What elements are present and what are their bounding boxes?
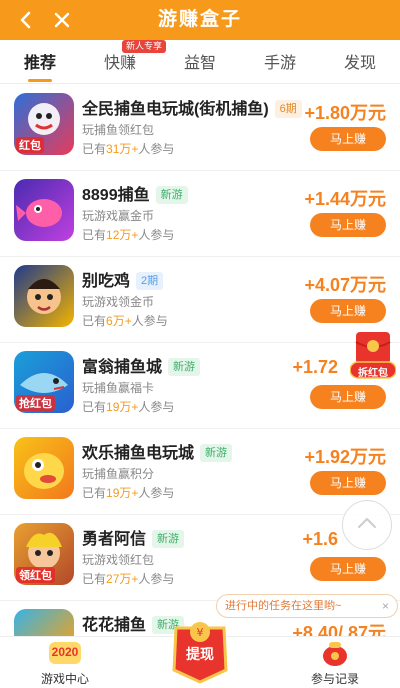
new-game-tag: 新游: [168, 358, 201, 376]
nav-label: 参与记录: [310, 672, 359, 686]
earn-now-button[interactable]: 马上赚: [310, 127, 386, 151]
game-icon: [14, 437, 74, 499]
tab-label: 推荐: [23, 55, 56, 72]
withdraw-button[interactable]: ¥ 提现: [164, 612, 236, 684]
participant-count: 已有12万+人参与: [82, 228, 175, 242]
game-center-icon: 2020: [48, 639, 82, 667]
game-description: 玩游戏领红包: [82, 553, 155, 567]
period-tag: 6期: [274, 100, 302, 118]
tab-label: 益智: [183, 55, 216, 72]
new-game-tag: 新游: [200, 444, 233, 462]
reward-amount: +1.6: [302, 529, 338, 549]
list-item[interactable]: 红包 全民捕鱼电玩城(街机捕鱼) 6期 玩捕鱼领红包 已有31万+人参与 +1.8…: [0, 85, 400, 171]
reward-amount: +1.72: [292, 357, 338, 377]
list-item[interactable]: 欢乐捕鱼电玩城 新游 玩捕鱼赢积分 已有19万+人参与 +1.92万元 马上赚: [0, 429, 400, 515]
close-icon[interactable]: ×: [382, 595, 389, 617]
earn-now-button[interactable]: 马上赚: [310, 213, 386, 237]
icon-badge: 抢红包: [16, 395, 55, 411]
game-icon: 抢红包: [14, 351, 74, 413]
svg-text:¥: ¥: [197, 626, 204, 639]
game-description: 玩游戏领金币: [82, 295, 155, 309]
game-name: 欢乐捕鱼电玩城 新游: [82, 439, 233, 463]
tab-discover[interactable]: 发现: [320, 40, 400, 84]
task-tip-bubble[interactable]: 进行中的任务在这里哟~ ×: [216, 594, 398, 618]
icon-badge: 领红包: [16, 567, 55, 583]
game-icon: 红包: [14, 93, 74, 155]
lucky-bag-icon: [320, 639, 350, 672]
game-description: 玩捕鱼赢积分: [82, 467, 155, 481]
nav-participation-record[interactable]: 参与记录: [290, 637, 380, 688]
red-packet-label: 拆红包: [358, 368, 388, 379]
game-icon: [14, 265, 74, 327]
period-tag: 2期: [136, 272, 164, 290]
nav-game-center[interactable]: 2020 游戏中心: [20, 637, 110, 688]
category-tabs: 推荐 快赚 新人专享 益智 手游 发现: [0, 40, 400, 84]
game-icon: [14, 179, 74, 241]
new-game-tag: 新游: [155, 186, 188, 204]
participant-count: 已有27万+人参与: [82, 572, 175, 586]
earn-now-button[interactable]: 马上赚: [310, 557, 386, 581]
game-description: 玩捕鱼领红包: [82, 123, 155, 137]
withdraw-label: 提现: [186, 646, 214, 662]
participant-count: 已有19万+人参与: [82, 400, 175, 414]
reward-amount: +1.92万元: [304, 447, 386, 467]
tab-recommend[interactable]: 推荐: [0, 40, 80, 84]
participant-count: 已有6万+人参与: [82, 314, 168, 328]
game-name: 富翁捕鱼城 新游: [82, 353, 201, 377]
list-item[interactable]: 抢红包 富翁捕鱼城 新游 玩捕鱼赢福卡 已有19万+人参与 +1.72 马上赚: [0, 343, 400, 429]
tab-label: 发现: [343, 55, 376, 72]
tab-puzzle[interactable]: 益智: [160, 40, 240, 84]
list-item[interactable]: 别吃鸡 2期 玩游戏领金币 已有6万+人参与 +4.07万元 马上赚: [0, 257, 400, 343]
back-arrow-icon[interactable]: [12, 6, 40, 34]
game-name: 8899捕鱼 新游: [82, 181, 188, 205]
game-description: 玩游戏赢金币: [82, 209, 155, 223]
tab-label: 手游: [263, 55, 296, 72]
list-item[interactable]: 8899捕鱼 新游 玩游戏赢金币 已有12万+人参与 +1.44万元 马上赚: [0, 171, 400, 257]
earn-now-button[interactable]: 马上赚: [310, 299, 386, 323]
app-header: 游赚盒子: [0, 0, 400, 40]
game-icon: 领红包: [14, 523, 74, 585]
scroll-to-top-button[interactable]: [342, 500, 392, 550]
reward-amount: +1.80万元: [304, 103, 386, 123]
year-badge: 2020: [51, 645, 79, 659]
game-name: 别吃鸡 2期: [82, 267, 164, 291]
participant-count: 已有31万+人参与: [82, 142, 175, 156]
list-item[interactable]: 领红包 勇者阿信 新游 玩游戏领红包 已有27万+人参与 +1.6 马上赚: [0, 515, 400, 601]
reward-amount: +1.44万元: [304, 189, 386, 209]
participant-count: 已有19万+人参与: [82, 486, 175, 500]
task-tip-text: 进行中的任务在这里哟~: [225, 600, 342, 612]
earn-now-button[interactable]: 马上赚: [310, 471, 386, 495]
game-description: 玩捕鱼赢福卡: [82, 381, 155, 395]
tab-mobile-games[interactable]: 手游: [240, 40, 320, 84]
game-name: 全民捕鱼电玩城(街机捕鱼) 6期: [82, 95, 302, 119]
red-packet-float[interactable]: 拆红包: [349, 330, 397, 380]
game-name: 勇者阿信 新游: [82, 525, 185, 549]
chevron-up-icon: [355, 511, 379, 540]
new-game-tag: 新游: [152, 530, 185, 548]
nav-label: 游戏中心: [40, 672, 89, 686]
close-icon[interactable]: [48, 6, 76, 34]
earn-now-button[interactable]: 马上赚: [310, 385, 386, 409]
icon-badge: 红包: [16, 137, 44, 153]
tab-label: 快赚: [103, 55, 136, 72]
reward-amount: +4.07万元: [304, 275, 386, 295]
tab-active-indicator: [28, 79, 52, 82]
